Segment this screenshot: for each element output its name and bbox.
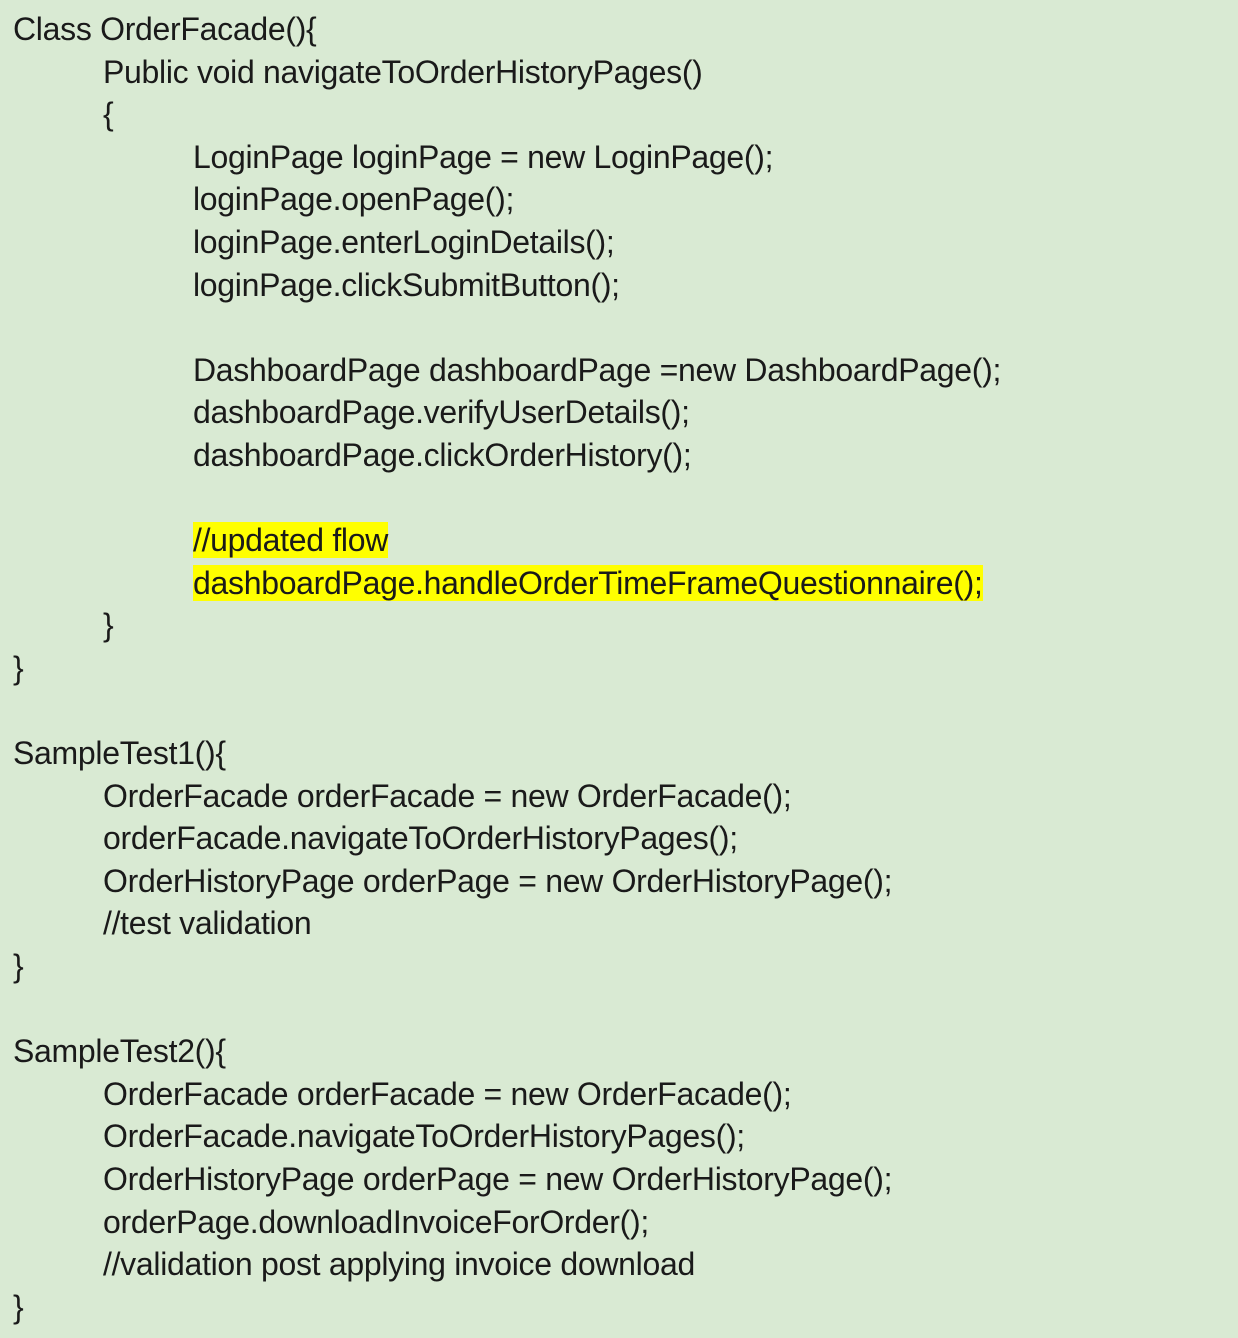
code-line-text: loginPage.openPage(); xyxy=(193,181,515,218)
code-snippet: Class OrderFacade(){ Public void navigate… xyxy=(0,0,1238,1338)
code-line-text: dashboardPage.clickOrderHistory(); xyxy=(193,436,692,473)
code-line: dashboardPage.verifyUserDetails(); xyxy=(0,391,1238,434)
code-line-text: dashboardPage.verifyUserDetails(); xyxy=(193,394,690,431)
code-line: } xyxy=(0,647,1238,690)
code-line-text: { xyxy=(103,96,114,133)
code-line-text: OrderFacade orderFacade = new OrderFacad… xyxy=(103,777,792,814)
code-line: OrderFacade.navigateToOrderHistoryPages(… xyxy=(0,1115,1238,1158)
code-line-text: loginPage.enterLoginDetails(); xyxy=(193,223,615,260)
code-line: SampleTest1(){ xyxy=(0,732,1238,775)
code-line: orderPage.downloadInvoiceForOrder(); xyxy=(0,1201,1238,1244)
code-line: //validation post applying invoice downl… xyxy=(0,1243,1238,1286)
code-line: Class OrderFacade(){ xyxy=(0,8,1238,51)
code-line: loginPage.clickSubmitButton(); xyxy=(0,264,1238,307)
code-line: { xyxy=(0,93,1238,136)
code-line: OrderFacade orderFacade = new OrderFacad… xyxy=(0,775,1238,818)
code-line: LoginPage loginPage = new LoginPage(); xyxy=(0,136,1238,179)
code-line-text: orderFacade.navigateToOrderHistoryPages(… xyxy=(103,820,738,857)
code-line-text: SampleTest1(){ xyxy=(13,735,226,772)
code-line-text: OrderFacade.navigateToOrderHistoryPages(… xyxy=(103,1118,745,1155)
code-line: } xyxy=(0,945,1238,988)
code-line-text: SampleTest2(){ xyxy=(13,1033,226,1070)
code-line-text: loginPage.clickSubmitButton(); xyxy=(193,266,620,303)
code-line-text: //test validation xyxy=(103,905,312,942)
code-line-text: } xyxy=(13,948,24,985)
code-line: loginPage.openPage(); xyxy=(0,178,1238,221)
code-line-text: } xyxy=(13,1288,24,1325)
code-line: } xyxy=(0,1286,1238,1329)
code-line: SampleTest2(){ xyxy=(0,1030,1238,1073)
code-line: dashboardPage.clickOrderHistory(); xyxy=(0,434,1238,477)
code-line-text: Class OrderFacade(){ xyxy=(13,11,317,47)
code-line: OrderFacade orderFacade = new OrderFacad… xyxy=(0,1073,1238,1116)
highlighted-code-line: //updated flow xyxy=(0,519,1238,562)
code-line-text: Public void navigateToOrderHistoryPages(… xyxy=(103,53,703,90)
code-line-text: OrderHistoryPage orderPage = new OrderHi… xyxy=(103,862,893,899)
code-line: loginPage.enterLoginDetails(); xyxy=(0,221,1238,264)
code-line-text: LoginPage loginPage = new LoginPage(); xyxy=(193,138,774,175)
code-line-text: DashboardPage dashboardPage =new Dashboa… xyxy=(193,351,1002,388)
code-line-text: dashboardPage.handleOrderTimeFrameQuesti… xyxy=(193,564,983,601)
highlighted-code-line: dashboardPage.handleOrderTimeFrameQuesti… xyxy=(0,562,1238,605)
code-line-text: OrderFacade orderFacade = new OrderFacad… xyxy=(103,1075,792,1112)
code-line: DashboardPage dashboardPage =new Dashboa… xyxy=(0,349,1238,392)
code-line-text: } xyxy=(103,607,114,644)
code-line-text: //validation post applying invoice downl… xyxy=(103,1246,695,1283)
code-line: Public void navigateToOrderHistoryPages(… xyxy=(0,51,1238,94)
code-line: OrderHistoryPage orderPage = new OrderHi… xyxy=(0,1158,1238,1201)
code-line: //test validation xyxy=(0,902,1238,945)
code-line-text: orderPage.downloadInvoiceForOrder(); xyxy=(103,1203,649,1240)
code-line-text: OrderHistoryPage orderPage = new OrderHi… xyxy=(103,1161,893,1198)
code-line: } xyxy=(0,604,1238,647)
code-line: orderFacade.navigateToOrderHistoryPages(… xyxy=(0,817,1238,860)
code-line-text: //updated flow xyxy=(193,522,389,559)
code-line: OrderHistoryPage orderPage = new OrderHi… xyxy=(0,860,1238,903)
code-line-text: } xyxy=(13,649,24,686)
